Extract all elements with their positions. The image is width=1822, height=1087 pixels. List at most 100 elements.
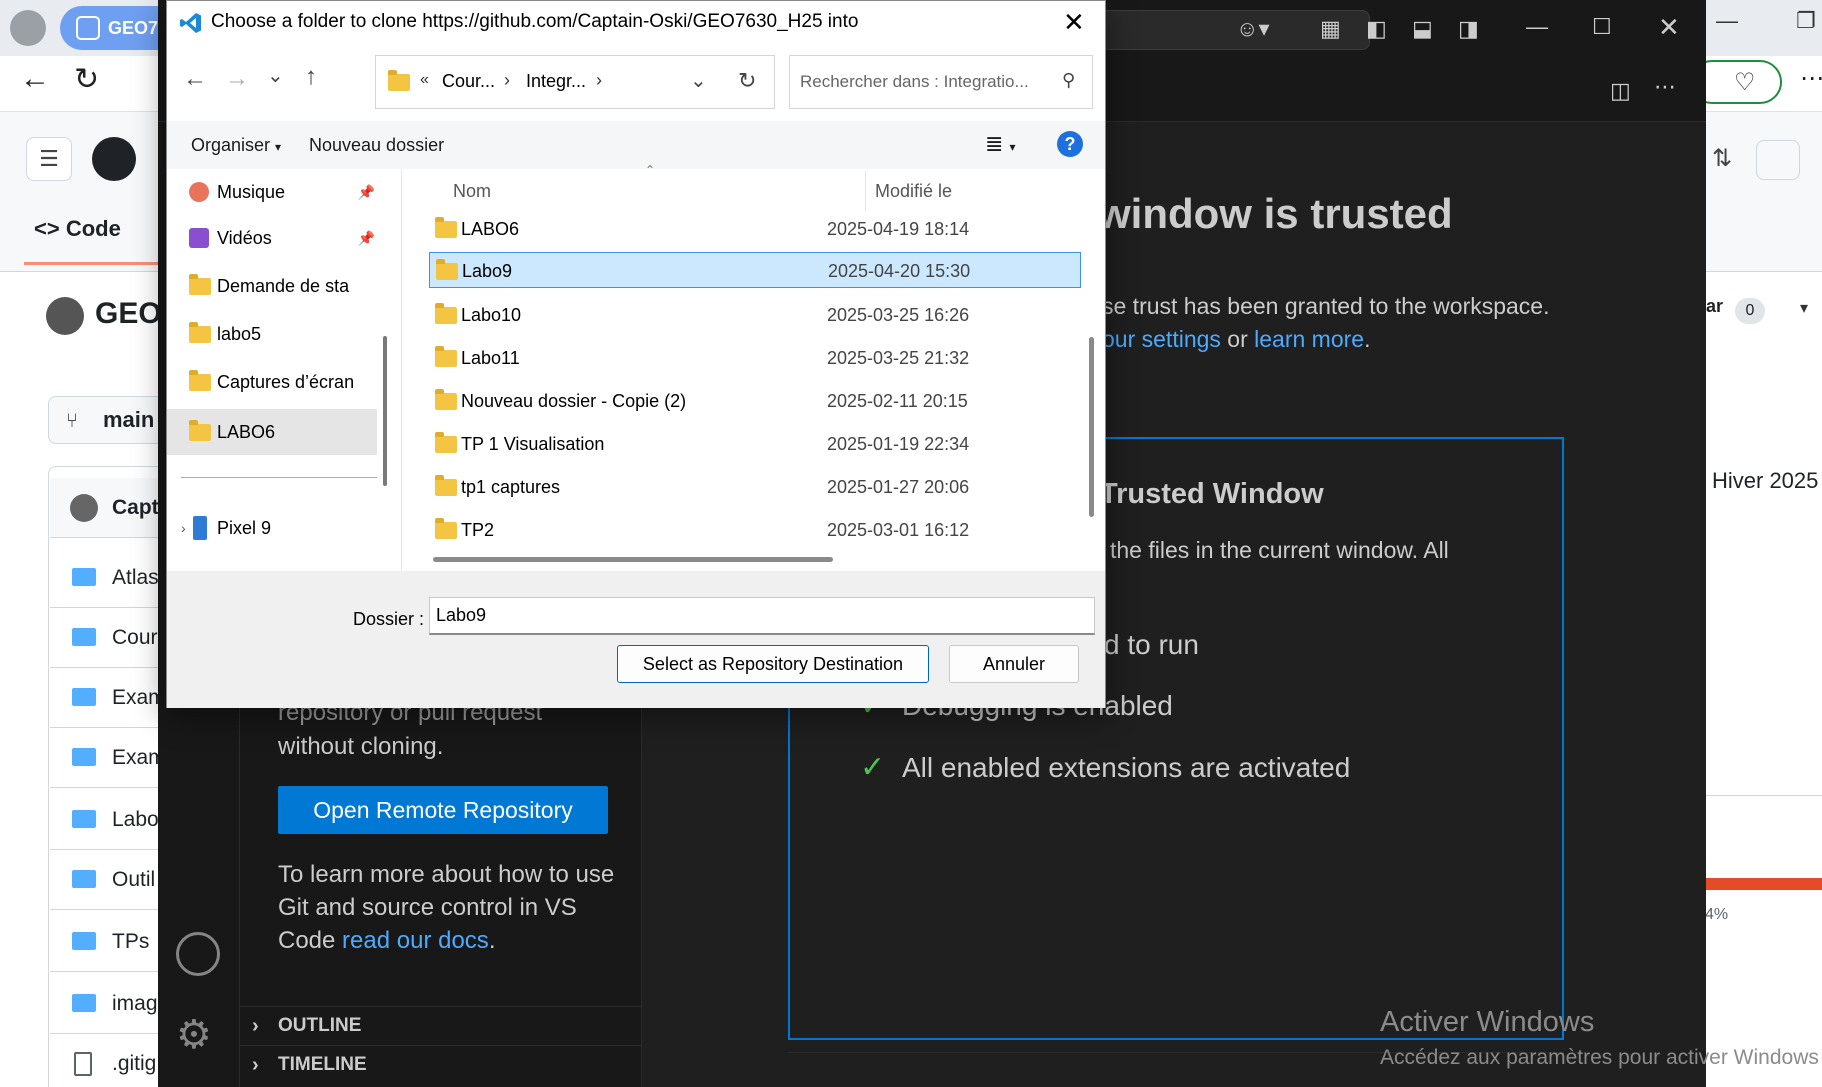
table-row[interactable]: LABO6 2025-04-19 18:14 — [429, 211, 1081, 247]
maximize-icon[interactable]: ☐ — [1592, 14, 1612, 40]
list-horizontal-scrollbar[interactable] — [433, 557, 833, 562]
view-options-icon[interactable]: ≣ ▾ — [985, 131, 1016, 157]
accounts-icon[interactable] — [176, 932, 220, 976]
pull-request-icon[interactable]: ⇅ — [1712, 144, 1732, 173]
search-input[interactable]: Rechercher dans : Integratio... ⚲ — [789, 55, 1093, 109]
hamburger-menu-icon[interactable]: ☰ — [26, 137, 72, 181]
folder-icon — [436, 259, 458, 280]
nav-item-device[interactable]: › Pixel 9 — [167, 505, 377, 551]
back-arrow-icon[interactable]: ← — [20, 62, 50, 96]
cancel-button[interactable]: Annuler — [949, 645, 1079, 683]
layout-customize-icon[interactable]: ▦ — [1320, 16, 1341, 42]
list-item[interactable]: Outil — [50, 850, 168, 910]
list-item[interactable]: Exam — [50, 728, 168, 788]
row-name: Labo11 — [461, 348, 520, 368]
toggle-panel-icon[interactable]: ⬓ — [1412, 16, 1433, 42]
chevron-right-icon: › — [596, 70, 602, 90]
forward-arrow-icon[interactable]: → — [225, 65, 249, 93]
file-name: Outil — [112, 868, 156, 891]
minimize-icon[interactable]: — — [1526, 14, 1548, 40]
outline-section[interactable]: › OUTLINE — [240, 1006, 642, 1044]
folder-icon — [435, 389, 457, 410]
table-row[interactable]: tp1 captures 2025-01-27 20:06 — [429, 469, 1081, 505]
row-name: Labo9 — [462, 261, 513, 281]
folder-name-input[interactable]: Labo9 — [429, 597, 1095, 635]
list-item[interactable]: Cour — [50, 608, 168, 668]
breadcrumb-item[interactable]: Integr... — [526, 71, 586, 92]
repo-title[interactable]: GEO — [95, 297, 162, 331]
tab-code[interactable]: <> Code — [34, 216, 121, 242]
nav-item-label: LABO6 — [217, 422, 276, 442]
table-row[interactable]: TP2 2025-03-01 16:12 — [429, 512, 1081, 548]
learn-more-link[interactable]: learn more — [1254, 326, 1364, 352]
nav-item-folder-selected[interactable]: LABO6 — [167, 409, 377, 455]
chevron-right-icon: › — [504, 70, 510, 90]
folder-icon — [435, 217, 457, 238]
select-destination-button[interactable]: Select as Repository Destination — [617, 645, 929, 683]
profile-avatar[interactable] — [10, 10, 46, 46]
chevron-down-icon[interactable]: ▾ — [1800, 298, 1808, 318]
list-item[interactable]: Labo — [50, 790, 168, 850]
search-icon: ⚲ — [1062, 70, 1076, 90]
copilot-icon[interactable]: ☺▾ — [1236, 16, 1270, 42]
browser-restore-icon[interactable]: ❐ — [1796, 8, 1816, 34]
split-editor-icon[interactable]: ◫ — [1610, 78, 1631, 104]
file-name: Labo — [112, 808, 159, 831]
nav-item-folder[interactable]: Demande de sta — [167, 263, 377, 309]
breadcrumb-item[interactable]: Cour... — [442, 71, 495, 92]
read-docs-link[interactable]: read our docs — [342, 927, 489, 954]
folder-icon — [72, 688, 96, 706]
list-item[interactable]: TPs — [50, 912, 168, 972]
recent-locations-icon[interactable]: ⌄ — [267, 63, 284, 88]
list-item[interactable]: imag — [50, 974, 168, 1034]
up-arrow-icon[interactable]: ↑ — [305, 63, 317, 91]
chevron-down-icon[interactable]: ⌄ — [690, 68, 707, 93]
column-header-name[interactable]: Nom — [453, 181, 491, 202]
nav-item-folder[interactable]: labo5 — [167, 311, 377, 357]
table-row-selected[interactable]: Labo9 2025-04-20 15:30 — [429, 252, 1081, 288]
github-logo-icon[interactable] — [92, 137, 136, 181]
nav-item-musique[interactable]: Musique 📌 — [167, 169, 377, 215]
back-arrow-icon[interactable]: ← — [183, 65, 207, 93]
branch-icon: ⑂ — [66, 410, 78, 432]
reload-icon[interactable]: ↻ — [74, 62, 99, 97]
row-date: 2025-03-25 21:32 — [827, 348, 970, 368]
table-row[interactable]: Labo10 2025-03-25 16:26 — [429, 297, 1081, 333]
nav-scrollbar[interactable] — [383, 336, 387, 486]
row-name: tp1 captures — [461, 477, 561, 497]
table-row[interactable]: TP 1 Visualisation 2025-01-19 22:34 — [429, 426, 1081, 462]
list-vertical-scrollbar[interactable] — [1089, 337, 1094, 517]
repo-owner-avatar[interactable] — [46, 297, 84, 335]
column-header-modified[interactable]: Modifié le — [875, 181, 952, 202]
nav-item-videos[interactable]: Vidéos 📌 — [167, 215, 377, 261]
browser-minimize-icon[interactable]: — — [1716, 8, 1738, 34]
tab-code-label: Code — [65, 216, 121, 241]
commit-header[interactable]: Capt — [50, 478, 168, 538]
nav-item-folder[interactable]: Captures d’écran — [167, 359, 377, 405]
learn-text: Code read our docs. — [278, 924, 495, 957]
open-remote-repository-button[interactable]: Open Remote Repository — [278, 786, 608, 834]
inbox-icon[interactable] — [1756, 140, 1800, 180]
table-row[interactable]: Labo11 2025-03-25 21:32 — [429, 340, 1081, 376]
settings-link[interactable]: our settings — [1102, 326, 1221, 352]
close-icon[interactable]: ✕ — [1063, 7, 1085, 38]
help-icon[interactable]: ? — [1057, 131, 1083, 157]
new-folder-button[interactable]: Nouveau dossier — [309, 135, 444, 156]
toggle-secondary-sidebar-icon[interactable]: ◨ — [1458, 16, 1479, 42]
more-options-icon[interactable]: ⋯ — [1800, 64, 1822, 93]
timeline-section[interactable]: › TIMELINE — [240, 1045, 642, 1083]
refresh-icon[interactable]: ↻ — [738, 68, 756, 94]
list-item[interactable]: Exam — [50, 668, 168, 728]
gear-icon[interactable]: ⚙ — [176, 1012, 212, 1058]
address-bar[interactable]: « Cour... › Integr... › ⌄ ↻ — [375, 55, 775, 109]
caret-down-icon: ▾ — [275, 140, 282, 154]
breadcrumb-overflow[interactable]: « — [420, 71, 429, 89]
expand-chevron-icon[interactable]: › — [181, 505, 186, 551]
table-row[interactable]: Nouveau dossier - Copie (2) 2025-02-11 20… — [429, 383, 1081, 419]
list-item[interactable]: Atlas — [50, 548, 168, 608]
organize-menu[interactable]: Organiser ▾ — [191, 135, 281, 156]
toggle-sidebar-icon[interactable]: ◧ — [1366, 16, 1387, 42]
close-icon[interactable]: ✕ — [1658, 12, 1680, 43]
more-actions-icon[interactable]: ⋯ — [1654, 74, 1676, 100]
list-item[interactable]: .gitig — [50, 1034, 168, 1087]
